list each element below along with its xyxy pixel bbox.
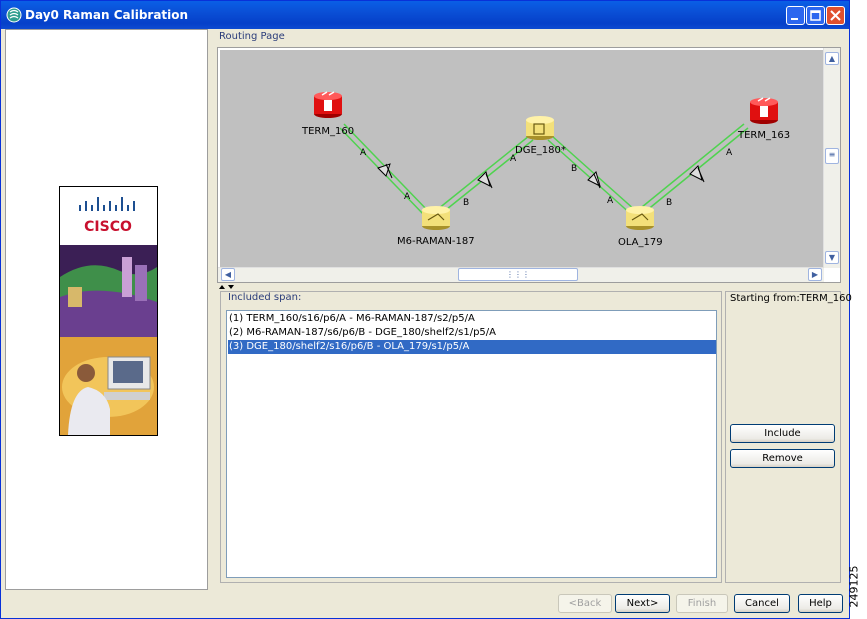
scroll-up-icon[interactable]: ▲ [825, 52, 839, 65]
amplifier-node-icon [626, 206, 654, 230]
wizard-footer: <Back Next> Finish Cancel Help [1, 591, 849, 619]
cancel-button[interactable]: Cancel [734, 594, 790, 613]
minimize-button[interactable] [786, 6, 805, 25]
vertical-scroll-thumb[interactable]: ≡ [825, 148, 839, 164]
routing-map[interactable]: TERM_160 M6-RAMAN-187 DGE_180* OLA_179 T… [220, 50, 824, 268]
split-divider[interactable] [217, 283, 841, 291]
include-button[interactable]: Include [730, 424, 835, 443]
title-bar[interactable]: Day0 Raman Calibration [1, 1, 849, 29]
window-title: Day0 Raman Calibration [25, 8, 189, 22]
edge-port-label: A [726, 148, 733, 158]
app-icon [6, 7, 22, 23]
edge-port-label: A [404, 192, 411, 202]
edge-port-label: B [571, 164, 578, 174]
included-span-title: Included span: [227, 292, 303, 303]
help-button[interactable]: Help [798, 594, 843, 613]
scroll-down-icon[interactable]: ▼ [825, 251, 839, 264]
scroll-left-icon[interactable]: ◀ [221, 268, 235, 281]
node-m6-raman-187[interactable]: M6-RAMAN-187 [397, 236, 475, 247]
edge-port-label: B [463, 198, 470, 208]
next-button[interactable]: Next> [615, 594, 670, 613]
remove-button[interactable]: Remove [730, 449, 835, 468]
map-horizontal-scrollbar[interactable]: ◀ ⋮⋮⋮ ▶ [218, 267, 824, 282]
dge-node-icon [526, 116, 554, 140]
list-item-selected[interactable]: (3) DGE_180/shelf2/s16/p6/B - OLA_179/s1… [228, 340, 716, 354]
maximize-icon [810, 10, 821, 21]
routing-page-label: Routing Page [219, 31, 285, 42]
cisco-banner-art: CISCO [60, 187, 157, 435]
node-term-160[interactable]: TERM_160 [302, 126, 354, 137]
maximize-button[interactable] [806, 6, 825, 25]
node-dge-180[interactable]: DGE_180* [515, 145, 566, 156]
amplifier-node-icon [422, 206, 450, 230]
map-vertical-scrollbar[interactable]: ▲ ≡ ▼ [823, 48, 840, 268]
list-item[interactable]: (2) M6-RAMAN-187/s6/p6/B - DGE_180/shelf… [228, 326, 716, 340]
close-icon [830, 10, 841, 21]
cisco-wordmark: CISCO [84, 219, 132, 235]
routing-map-panel: TERM_160 M6-RAMAN-187 DGE_180* OLA_179 T… [217, 47, 841, 283]
direction-marker-icon [377, 163, 705, 189]
cisco-banner: CISCO [59, 186, 158, 436]
included-span-list[interactable]: (1) TERM_160/s16/p6/A - M6-RAMAN-187/s2/… [226, 310, 717, 578]
figure-number-text: 249125 [847, 565, 861, 608]
figure-number: 249125 [847, 560, 867, 616]
node-term-163[interactable]: TERM_163 [738, 130, 790, 141]
routing-links [314, 91, 778, 230]
terminal-node-icon [314, 91, 342, 118]
minimize-icon [791, 18, 798, 20]
edge-port-label: A [360, 148, 367, 158]
wizard-window: Day0 Raman Calibration CISCO Routing Pag… [0, 0, 852, 619]
back-button[interactable]: <Back [558, 594, 612, 613]
finish-button[interactable]: Finish [676, 594, 728, 613]
edge-port-label: B [666, 198, 673, 208]
close-button[interactable] [826, 6, 845, 25]
starting-from-label: Starting from:TERM_160 [730, 293, 852, 304]
edge-port-label: A [510, 154, 517, 164]
terminal-node-icon [750, 97, 778, 124]
edge-port-label: A [607, 196, 614, 206]
node-ola-179[interactable]: OLA_179 [618, 237, 663, 248]
horizontal-scroll-thumb[interactable]: ⋮⋮⋮ [458, 268, 578, 281]
list-item[interactable]: (1) TERM_160/s16/p6/A - M6-RAMAN-187/s2/… [228, 312, 716, 326]
scroll-right-icon[interactable]: ▶ [808, 268, 822, 281]
wizard-side-panel: CISCO [5, 29, 208, 590]
split-arrows-icon [219, 285, 234, 289]
